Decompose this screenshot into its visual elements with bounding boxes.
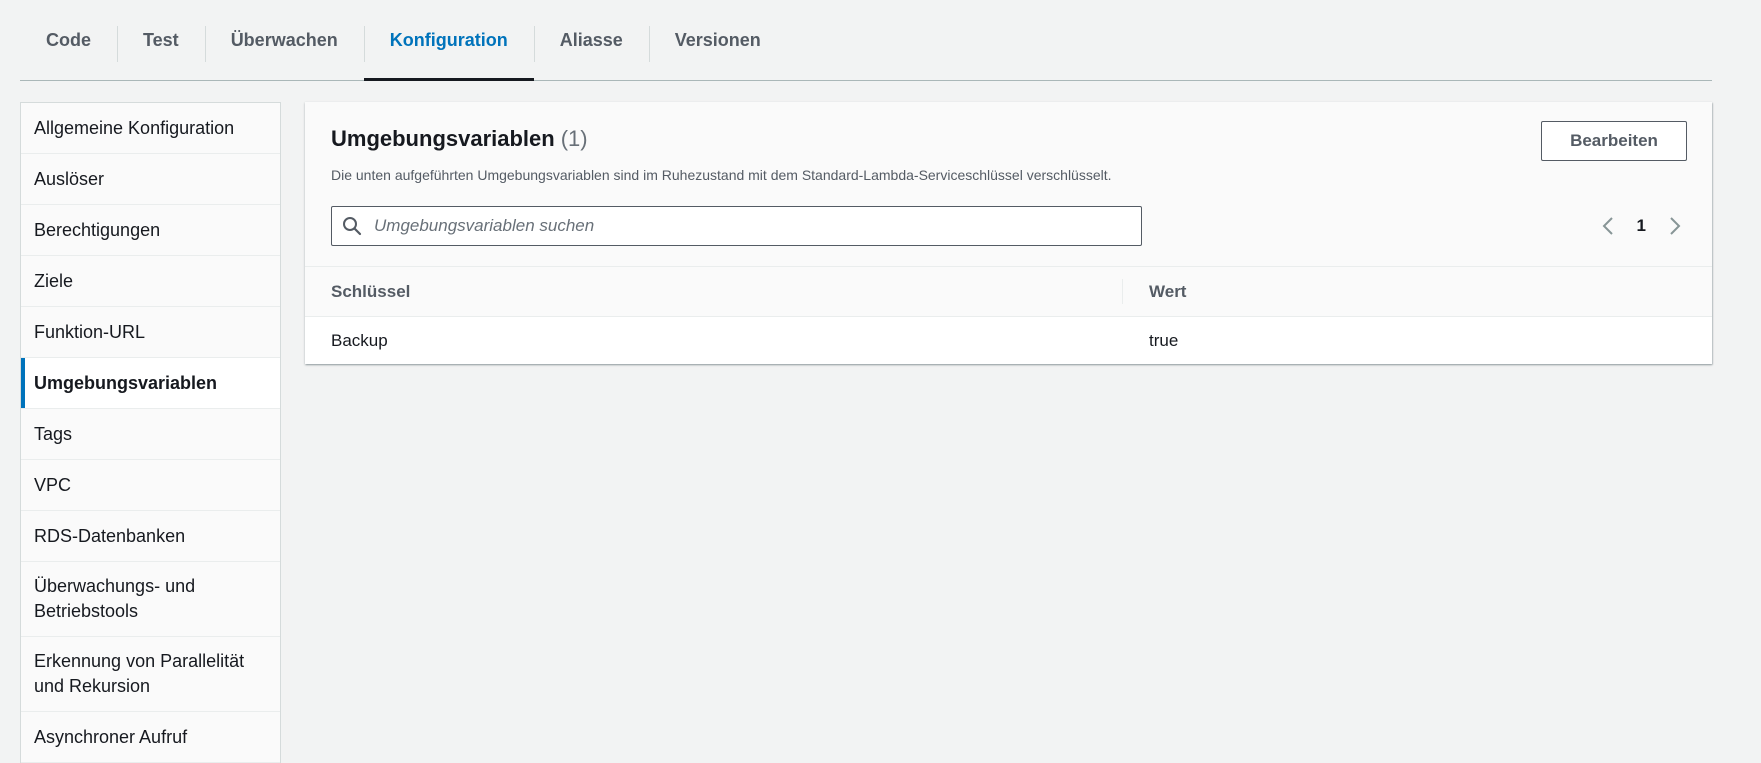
tab-versions[interactable]: Versionen	[648, 0, 787, 80]
sidebar-item-tags[interactable]: Tags	[21, 409, 280, 460]
environment-variables-panel: Umgebungsvariablen (1) Die unten aufgefüh…	[305, 102, 1712, 364]
tab-monitor[interactable]: Überwachen	[204, 0, 364, 80]
pagination: 1	[1601, 214, 1682, 238]
sidebar-item-environment-variables[interactable]: Umgebungsvariablen	[21, 358, 280, 409]
panel-header: Umgebungsvariablen (1) Die unten aufgefüh…	[305, 102, 1712, 267]
sidebar-item-general-configuration[interactable]: Allgemeine Konfiguration	[21, 103, 280, 154]
variables-table: Schlüssel Wert Backup true	[305, 267, 1712, 365]
cell-key: Backup	[331, 331, 388, 350]
column-header-key[interactable]: Schlüssel	[305, 267, 1123, 317]
tab-bar: Code Test Überwachen Konfiguration Alias…	[20, 0, 1712, 81]
tab-configuration[interactable]: Konfiguration	[363, 0, 534, 81]
search-icon	[332, 207, 372, 245]
sidebar-item-monitoring-tools[interactable]: Überwachungs- und Betriebstools	[21, 562, 280, 637]
sidebar-item-vpc[interactable]: VPC	[21, 460, 280, 511]
sidebar-item-permissions[interactable]: Berechtigungen	[21, 205, 280, 256]
panel-count: (1)	[560, 126, 588, 151]
panel-title: Umgebungsvariablen (1)	[331, 126, 588, 152]
sidebar-item-async-invocation[interactable]: Asynchroner Aufruf	[21, 712, 280, 763]
sidebar-item-function-url[interactable]: Funktion-URL	[21, 307, 280, 358]
page-number[interactable]: 1	[1637, 216, 1646, 236]
column-header-value[interactable]: Wert	[1123, 267, 1712, 317]
sidebar-item-concurrency-recursion[interactable]: Erkennung von Parallelität und Rekursion	[21, 637, 280, 712]
sidebar-item-rds-databases[interactable]: RDS-Datenbanken	[21, 511, 280, 562]
sidebar-item-destinations[interactable]: Ziele	[21, 256, 280, 307]
search-box	[331, 206, 1142, 246]
edit-button[interactable]: Bearbeiten	[1541, 121, 1687, 161]
cell-value: true	[1149, 331, 1179, 350]
tab-code[interactable]: Code	[20, 0, 117, 80]
panel-description: Die unten aufgeführten Umgebungsvariable…	[331, 167, 1112, 183]
panel-title-text: Umgebungsvariablen	[331, 126, 555, 151]
table-row: Backup true	[305, 317, 1712, 366]
table-header-row: Schlüssel Wert	[305, 267, 1712, 317]
sidebar-item-triggers[interactable]: Auslöser	[21, 154, 280, 205]
chevron-right-icon[interactable]	[1668, 214, 1682, 238]
search-input[interactable]	[372, 207, 1141, 245]
chevron-left-icon[interactable]	[1601, 214, 1615, 238]
tab-aliases[interactable]: Aliasse	[533, 0, 649, 80]
tab-test[interactable]: Test	[117, 0, 205, 80]
config-sidebar: Allgemeine Konfiguration Auslöser Berech…	[20, 102, 281, 763]
